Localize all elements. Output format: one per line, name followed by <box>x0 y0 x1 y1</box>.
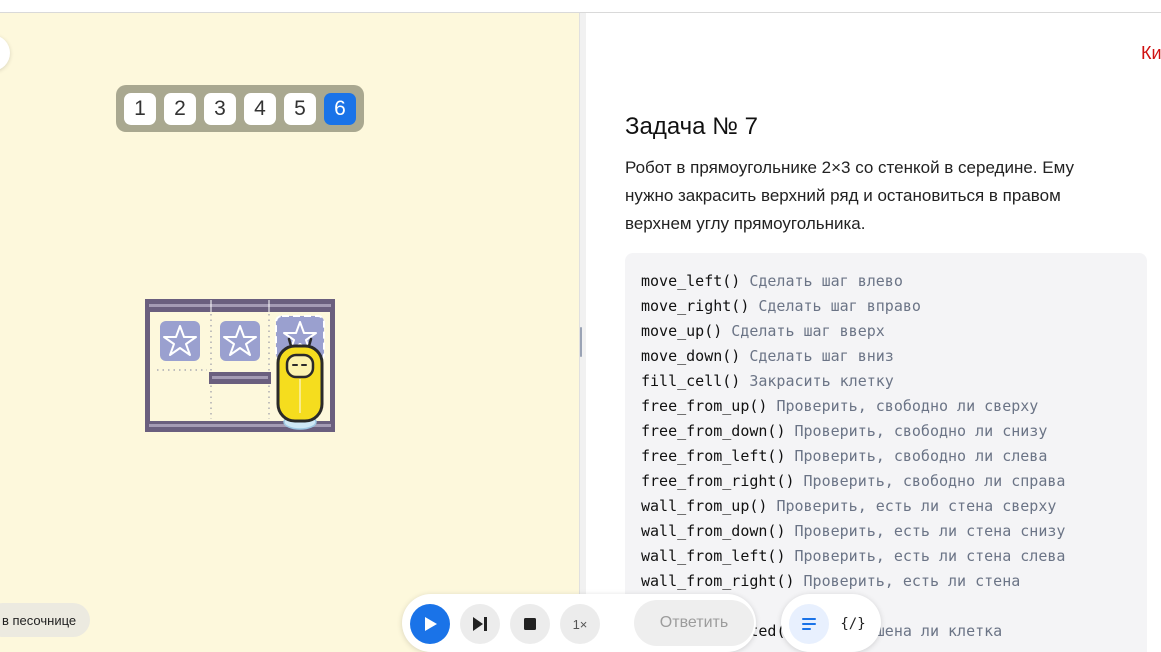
left-wall <box>146 312 150 421</box>
command-name: free_from_up() <box>641 397 768 415</box>
command-description: Проверить, есть ли стена снизу <box>794 522 1066 540</box>
step-button[interactable] <box>460 604 500 644</box>
task-title: Задача № 7 <box>625 113 758 140</box>
command-row: move_up() Сделать шаг вверх <box>641 321 885 341</box>
command-description: Сделать шаг вправо <box>758 297 921 315</box>
command-name: move_up() <box>641 322 723 340</box>
command-row: free_from_up() Проверить, свободно ли све… <box>641 396 1038 416</box>
sandbox-button-label: в песочнице <box>2 612 77 628</box>
command-name: wall_from_down() <box>641 522 786 540</box>
commands-reference: move_left() Сделать шаг влево move_right()… <box>625 253 1147 652</box>
command-description: Проверить, свободно ли справа <box>803 472 1066 490</box>
speed-label: 1× <box>572 616 588 632</box>
right-wall <box>330 312 334 421</box>
task-pane: Ки Задача № 7 Робот в прямоугольнике 2×3… <box>586 13 1161 652</box>
command-description: Проверить, свободно ли сверху <box>776 397 1039 415</box>
text-lines-icon <box>802 618 816 630</box>
level-button-3[interactable]: 3 <box>204 92 236 125</box>
command-row: move_down() Сделать шаг вниз <box>641 346 894 366</box>
command-name: free_from_right() <box>641 472 795 490</box>
step-forward-icon <box>473 617 487 631</box>
level-button-4[interactable]: 4 <box>244 92 276 125</box>
command-row: free_from_right() Проверить, свободно ли … <box>641 471 1065 491</box>
command-row: free_from_left() Проверить, свободно ли с… <box>641 446 1047 466</box>
command-description: Проверить, есть ли стена слева <box>794 547 1066 565</box>
open-in-sandbox-button[interactable]: в песочнице <box>0 603 91 637</box>
command-row: wall_from_down() Проверить, есть ли стена… <box>641 521 1065 541</box>
task-description: Робот в прямоугольнике 2×3 со стенкой в … <box>625 158 1074 233</box>
command-description: Проверить, есть ли стена сверху <box>776 497 1057 515</box>
header-link[interactable]: Ки <box>1141 43 1161 64</box>
command-name: move_left() <box>641 272 741 290</box>
level-selector: 1 2 3 4 5 6 <box>116 85 364 132</box>
command-name: free_from_down() <box>641 422 786 440</box>
command-row: wall_from_up() Проверить, есть ли стена с… <box>641 496 1056 516</box>
play-icon <box>425 617 437 631</box>
command-name: wall_from_up() <box>641 497 768 515</box>
command-description: Сделать шаг влево <box>749 272 903 290</box>
command-row: free_from_down() Проверить, свободно ли с… <box>641 421 1047 441</box>
command-description: Проверить, свободно ли слева <box>794 447 1048 465</box>
stop-icon <box>524 618 536 630</box>
command-description: Сделать шаг вверх <box>731 322 885 340</box>
command-description: Закрасить клетку <box>749 372 894 390</box>
command-row: fill_cell() Закрасить клетку <box>641 371 894 391</box>
command-name: fill_cell() <box>641 372 741 390</box>
command-row: move_right() Сделать шаг вправо <box>641 296 921 316</box>
command-description: Сделать шаг вниз <box>749 347 894 365</box>
star-cell-2 <box>220 321 260 361</box>
code-braces-icon: {/} <box>840 616 866 632</box>
splitter-handle[interactable] <box>580 327 582 357</box>
robot <box>276 337 324 430</box>
star-cell-1 <box>160 321 200 361</box>
command-description: Проверить, есть ли стена <box>803 572 1021 590</box>
command-row: move_left() Сделать шаг влево <box>641 271 903 291</box>
game-field-pane: 1 2 3 4 5 6 в песочнице <box>0 13 579 652</box>
text-view-button[interactable] <box>789 604 829 644</box>
board-svg <box>145 299 335 432</box>
browser-top-bar <box>0 0 1161 13</box>
collapse-panel-button[interactable] <box>0 35 10 71</box>
command-row: wall_from_right() Проверить, есть ли стен… <box>641 571 1020 591</box>
level-button-2[interactable]: 2 <box>164 92 196 125</box>
robot-board <box>145 299 337 439</box>
command-row: wall_from_left() Проверить, есть ли стена… <box>641 546 1065 566</box>
view-toggle: {/} <box>781 594 881 652</box>
level-button-6[interactable]: 6 <box>324 92 356 125</box>
speed-button[interactable]: 1× <box>560 604 600 644</box>
stop-button[interactable] <box>510 604 550 644</box>
level-button-1[interactable]: 1 <box>124 92 156 125</box>
run-controls: 1× Ответить <box>402 594 756 652</box>
play-button[interactable] <box>410 604 450 644</box>
command-name: move_right() <box>641 297 750 315</box>
command-name: wall_from_right() <box>641 572 795 590</box>
command-name: move_down() <box>641 347 741 365</box>
command-name: free_from_left() <box>641 447 786 465</box>
command-description: Проверить, свободно ли снизу <box>794 422 1048 440</box>
command-name: wall_from_left() <box>641 547 786 565</box>
answer-button[interactable]: Ответить <box>634 600 754 646</box>
level-button-5[interactable]: 5 <box>284 92 316 125</box>
code-view-button[interactable]: {/} <box>833 604 873 644</box>
